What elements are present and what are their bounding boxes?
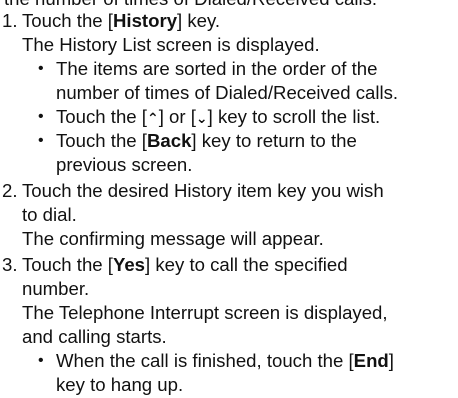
- step-instruction: Touch the desired History item key you w…: [22, 180, 384, 201]
- step-instruction: Touch the [Yes] key to call the specifie…: [22, 254, 348, 275]
- bullet-icon: •: [38, 60, 44, 77]
- step-result: The confirming message will appear.: [22, 228, 324, 249]
- cut-off-top-line: the number of times of Dialed/Received c…: [4, 0, 377, 10]
- scroll-up-icon: ⌃: [146, 110, 159, 126]
- bullet-icon: •: [38, 352, 44, 369]
- step-number: 2.: [2, 180, 18, 201]
- bullet-icon: •: [38, 108, 44, 125]
- step-number: 3.: [2, 254, 18, 275]
- key-name-back: Back: [146, 130, 192, 151]
- scroll-down-icon: ⌄: [195, 110, 208, 126]
- key-name-end: End: [353, 350, 389, 371]
- step-result: The History List screen is displayed.: [22, 34, 320, 55]
- key-name-history: History: [112, 10, 178, 31]
- step-result: The Telephone Interrupt screen is displa…: [22, 302, 388, 323]
- step-number: 1.: [2, 10, 18, 31]
- bullet-icon: •: [38, 132, 44, 149]
- key-name-yes: Yes: [112, 254, 146, 275]
- step-instruction: Touch the [History] key.: [22, 10, 221, 31]
